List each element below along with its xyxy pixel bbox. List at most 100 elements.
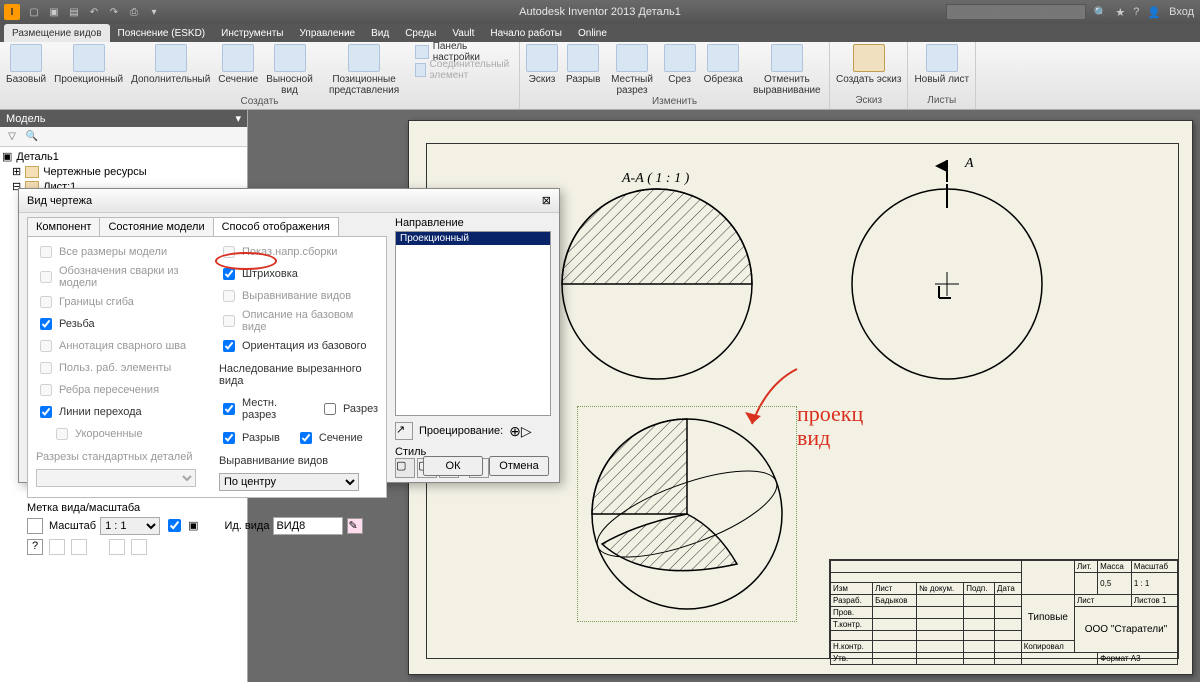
nailboard-button[interactable]: Панель настройки <box>415 44 513 60</box>
chk-inherit-slice[interactable]: Сечение <box>296 429 363 447</box>
sketch-button[interactable]: Эскиз <box>526 44 558 85</box>
tab-component[interactable]: Компонент <box>27 217 100 237</box>
chk-all-model-dims[interactable]: Все размеры модели <box>36 243 205 261</box>
direction-item[interactable]: Проекционный <box>396 232 550 245</box>
tab-view[interactable]: Вид <box>363 24 397 42</box>
app-icon[interactable]: I <box>4 4 20 20</box>
new-sheet-icon <box>926 44 958 72</box>
tree-root[interactable]: ▣Деталь1 <box>0 149 247 164</box>
std-cuts-combo[interactable] <box>36 469 196 487</box>
display-options-pane: Все размеры модели Обозначения сварки из… <box>27 236 387 498</box>
qat-new-icon[interactable]: ▢ <box>26 4 42 20</box>
detail-view-button[interactable]: Выносной вид <box>266 44 313 96</box>
tab-online[interactable]: Online <box>570 24 615 42</box>
chk-weld-annot[interactable]: Аннотация сварного шва <box>36 337 205 355</box>
tree-resources[interactable]: ⊞Чертежные ресурсы <box>0 164 247 179</box>
filter-icon[interactable]: ▽ <box>4 129 20 145</box>
crop-button[interactable]: Обрезка <box>704 44 743 85</box>
align-combo[interactable]: По центру <box>219 473 359 491</box>
cancel-button[interactable]: Отмена <box>489 456 549 476</box>
dialog-title: Вид чертежа <box>27 195 92 207</box>
section-view-aa[interactable] <box>557 184 757 384</box>
scale-combo[interactable]: 1 : 1 <box>100 517 160 535</box>
tab-manage[interactable]: Управление <box>292 24 364 42</box>
overlay-view-button[interactable]: Позиционные представления <box>321 44 407 96</box>
std-cuts-label: Разрезы стандартных деталей <box>36 451 205 463</box>
pick-icon[interactable]: ↗ <box>395 422 413 440</box>
dialog-titlebar[interactable]: Вид чертежа ⊠ <box>19 189 559 213</box>
search-input[interactable] <box>946 4 1086 20</box>
find-icon[interactable]: 🔍 <box>24 129 40 145</box>
chk-inherit-section[interactable]: Разрез <box>320 400 378 418</box>
edit-icon[interactable]: ✎ <box>347 518 363 534</box>
break-alignment-button[interactable]: Отменить выравнивание <box>751 44 823 96</box>
scale-vis-icon[interactable]: ▣ <box>188 519 198 532</box>
qat-redo-icon[interactable]: ↷ <box>106 4 122 20</box>
scale-visibility-toggle[interactable] <box>168 519 181 532</box>
breakout-button[interactable]: Местный разрез <box>608 44 655 96</box>
base-view-circle[interactable] <box>847 184 1047 384</box>
projected-view-sphere[interactable] <box>587 414 787 614</box>
close-icon[interactable]: ⊠ <box>542 194 551 207</box>
style-hidden-icon[interactable]: ▢ <box>395 458 415 478</box>
chk-user-work[interactable]: Польз. раб. элементы <box>36 359 205 377</box>
chevron-down-icon[interactable]: ▾ <box>235 112 241 125</box>
chk-bend-extents[interactable]: Границы сгиба <box>36 293 205 311</box>
id-label: Ид. вида <box>224 520 269 532</box>
star-icon[interactable]: ★ <box>1115 6 1125 19</box>
group-sketch-title: Эскиз <box>836 95 901 109</box>
qat-save-icon[interactable]: ▤ <box>66 4 82 20</box>
chk-interference[interactable]: Ребра пересечения <box>36 381 205 399</box>
view-id-input[interactable] <box>273 517 343 535</box>
crop-icon <box>707 44 739 72</box>
chk-weld-annotations[interactable]: Обозначения сварки из модели <box>36 265 205 289</box>
ok-button[interactable]: ОК <box>423 456 483 476</box>
toggle1-icon[interactable] <box>49 539 65 555</box>
chk-orientation-base[interactable]: Ориентация из базового <box>219 337 378 355</box>
binoculars-icon[interactable]: 🔍 <box>1094 6 1108 19</box>
browser-toolbar: ▽ 🔍 <box>0 127 247 147</box>
toggle2-icon[interactable] <box>71 539 87 555</box>
user-icon[interactable]: 👤 <box>1147 6 1161 19</box>
tab-vault[interactable]: Vault <box>444 24 482 42</box>
tab-display-options[interactable]: Способ отображения <box>213 217 339 237</box>
break-button[interactable]: Разрыв <box>566 44 600 85</box>
slice-button[interactable]: Срез <box>664 44 696 85</box>
section-view-button[interactable]: Сечение <box>218 44 258 85</box>
browser-header[interactable]: Модель▾ <box>0 110 247 127</box>
chk-inherit-breakout[interactable]: Местн. разрез <box>219 397 304 421</box>
qat-more-icon[interactable]: ▾ <box>146 4 162 20</box>
new-sheet-button[interactable]: Новый лист <box>914 44 969 85</box>
projected-view-button[interactable]: Проекционный <box>54 44 123 85</box>
help-icon-dialog[interactable]: ? <box>27 539 43 555</box>
create-sketch-button[interactable]: Создать эскиз <box>836 44 901 85</box>
icon-toggle[interactable] <box>27 518 43 534</box>
base-view-button[interactable]: Базовый <box>6 44 46 85</box>
direction-listbox[interactable]: Проекционный <box>395 231 551 416</box>
qat-undo-icon[interactable]: ↶ <box>86 4 102 20</box>
connector-button[interactable]: Соединительный элемент <box>415 62 513 78</box>
toggle3-icon[interactable] <box>109 539 125 555</box>
projection-icon[interactable]: ⊕▷ <box>509 423 532 440</box>
toggle4-icon[interactable] <box>131 539 147 555</box>
tab-model-state[interactable]: Состояние модели <box>99 217 213 237</box>
help-icon[interactable]: ? <box>1133 6 1139 18</box>
chk-inherit-break[interactable]: Разрыв <box>219 429 280 447</box>
ribbon-tabs: Размещение видов Пояснение (ESKD) Инстру… <box>0 24 1200 42</box>
qat-print-icon[interactable]: ⎙ <box>126 4 142 20</box>
chk-foreshortened[interactable]: Укороченные <box>36 425 205 443</box>
chk-thread[interactable]: Резьба <box>36 315 205 333</box>
chk-align-to-base[interactable]: Выравнивание видов <box>219 287 378 305</box>
tab-view-placement[interactable]: Размещение видов <box>4 24 110 42</box>
tab-eskd[interactable]: Пояснение (ESKD) <box>110 24 214 42</box>
tab-tools[interactable]: Инструменты <box>213 24 291 42</box>
chk-definition-base[interactable]: Описание на базовом виде <box>219 309 378 333</box>
tab-getstarted[interactable]: Начало работы <box>482 24 570 42</box>
qat-open-icon[interactable]: ▣ <box>46 4 62 20</box>
titlebar: I ▢ ▣ ▤ ↶ ↷ ⎙ ▾ Autodesk Inventor 2013 Д… <box>0 0 1200 24</box>
chk-tangent-edges[interactable]: Линии перехода <box>36 403 205 421</box>
login-label[interactable]: Вход <box>1169 6 1194 18</box>
auxiliary-view-button[interactable]: Дополнительный <box>131 44 210 85</box>
tab-environments[interactable]: Среды <box>397 24 444 42</box>
mark-label: Метка вида/масштаба <box>27 502 387 514</box>
